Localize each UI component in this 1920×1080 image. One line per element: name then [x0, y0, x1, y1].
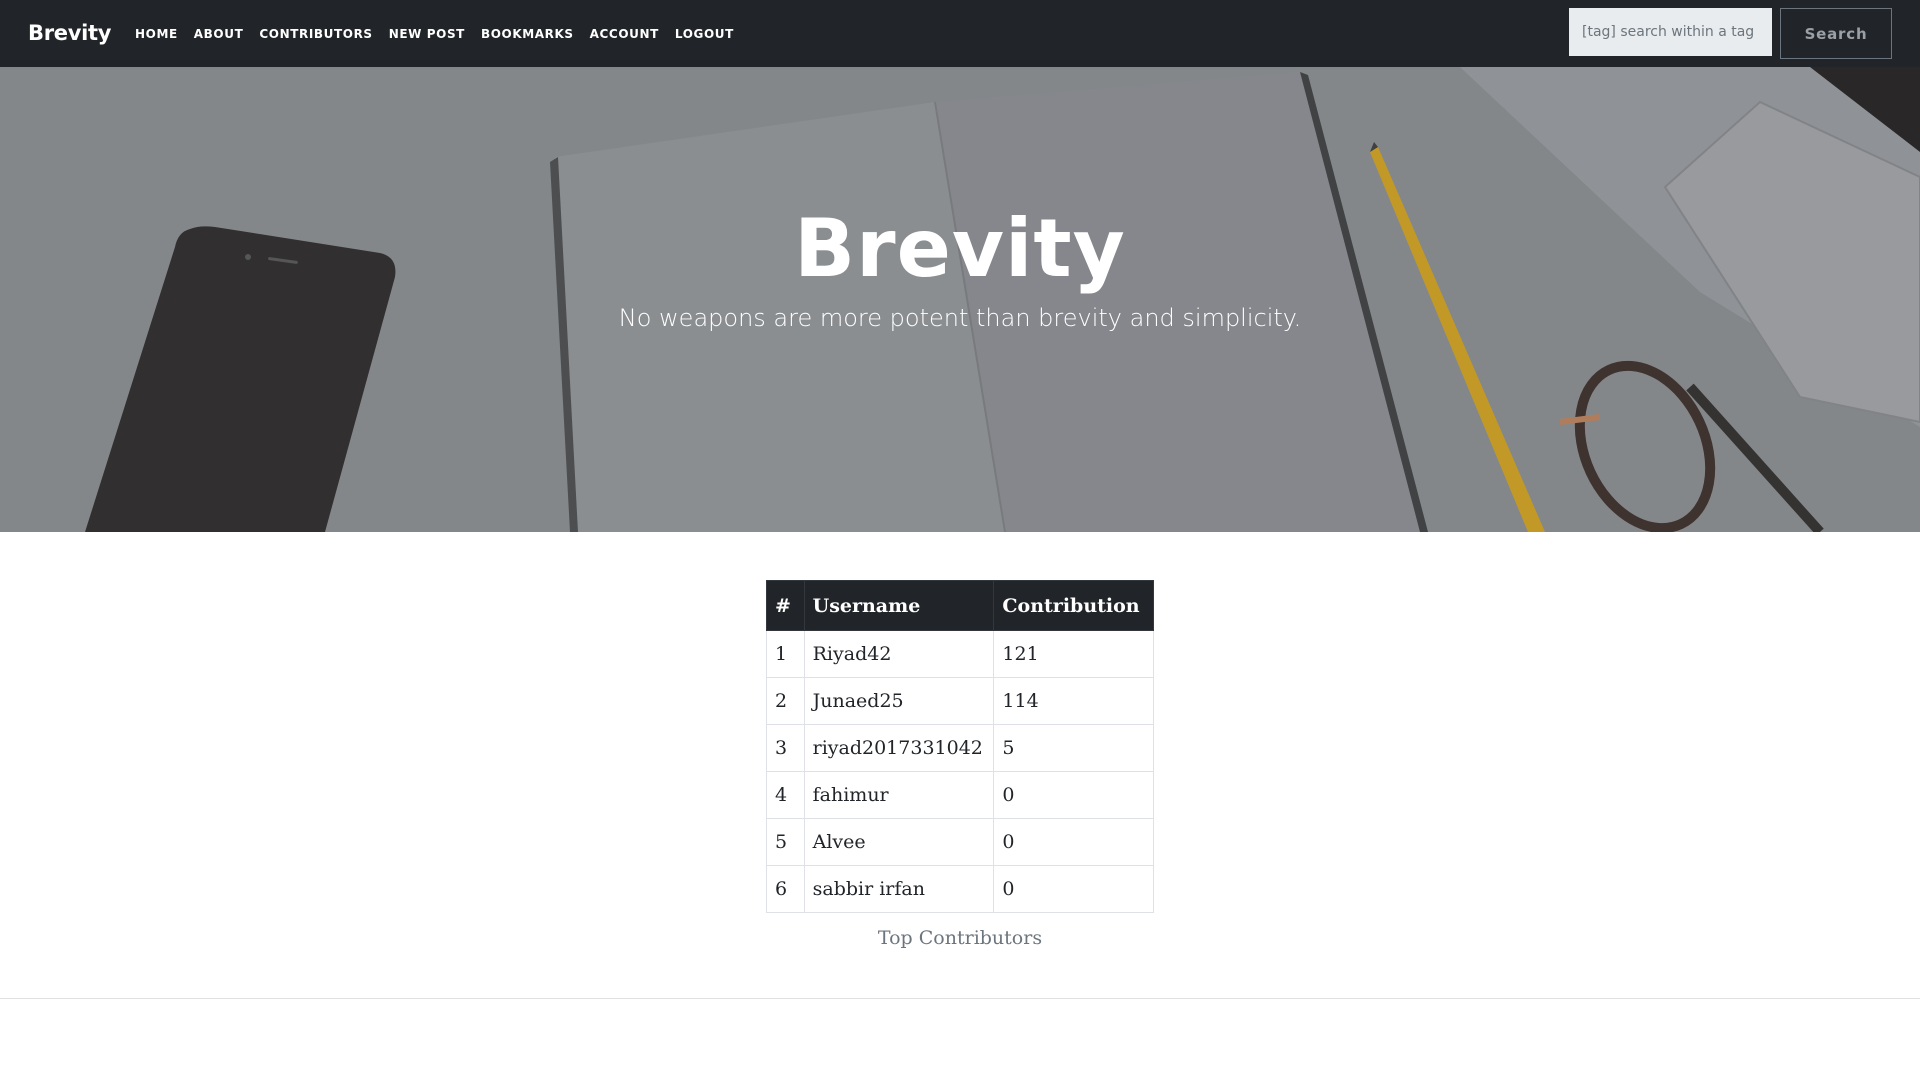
- nav-link-logout[interactable]: Logout: [675, 27, 734, 41]
- table-row: 2 Junaed25 114: [766, 677, 1154, 725]
- rank-cell: 6: [766, 865, 805, 913]
- contribution-cell: 5: [993, 724, 1154, 772]
- rank-cell: 1: [766, 630, 805, 678]
- footer-divider: [0, 998, 1920, 999]
- navbar: Brevity Home About Contributors New Post…: [0, 0, 1920, 67]
- username-cell: Junaed25: [803, 677, 995, 725]
- rank-cell: 3: [766, 724, 805, 772]
- nav-link-about[interactable]: About: [194, 27, 244, 41]
- contribution-cell: 121: [993, 630, 1154, 678]
- table-row: 4 fahimur 0: [766, 771, 1154, 819]
- username-cell: Riyad42: [803, 630, 995, 678]
- table-body: 1 Riyad42 121 2 Junaed25 114 3 riyad2017…: [766, 630, 1154, 913]
- table-row: 3 riyad2017331042 5: [766, 724, 1154, 772]
- hero-banner: Brevity No weapons are more potent than …: [0, 67, 1920, 532]
- hero-background-image: [0, 67, 1920, 532]
- contribution-cell: 114: [993, 677, 1154, 725]
- search-input[interactable]: [1569, 8, 1772, 56]
- table-caption: Top Contributors: [877, 927, 1043, 949]
- hero-title: Brevity: [794, 202, 1126, 295]
- contribution-cell: 0: [993, 865, 1154, 913]
- table-row: 6 sabbir irfan 0: [766, 865, 1154, 913]
- nav-link-account[interactable]: Account: [590, 27, 659, 41]
- username-cell: fahimur: [803, 771, 995, 819]
- rank-cell: 2: [766, 677, 805, 725]
- search-button[interactable]: Search: [1780, 8, 1892, 59]
- contributors-table: # Username Contribution 1 Riyad42 121 2 …: [766, 580, 1154, 913]
- rank-cell: 4: [766, 771, 805, 819]
- nav-link-new-post[interactable]: New Post: [389, 27, 465, 41]
- column-header-rank: #: [766, 580, 805, 631]
- nav-link-home[interactable]: Home: [135, 27, 178, 41]
- nav-link-bookmarks[interactable]: Bookmarks: [481, 27, 574, 41]
- hero-subtitle: No weapons are more potent than brevity …: [618, 304, 1302, 332]
- nav-link-contributors[interactable]: Contributors: [259, 27, 372, 41]
- column-header-username: Username: [803, 580, 995, 631]
- brand-link[interactable]: Brevity: [28, 0, 111, 67]
- table-row: 1 Riyad42 121: [766, 630, 1154, 678]
- contributors-section: # Username Contribution 1 Riyad42 121 2 …: [766, 580, 1154, 949]
- column-header-contribution: Contribution: [993, 580, 1154, 631]
- username-cell: sabbir irfan: [803, 865, 995, 913]
- table-row: 5 Alvee 0: [766, 818, 1154, 866]
- username-cell: Alvee: [803, 818, 995, 866]
- nav-links: Home About Contributors New Post Bookmar…: [135, 0, 750, 67]
- username-cell: riyad2017331042: [803, 724, 995, 772]
- table-header: # Username Contribution: [766, 580, 1154, 631]
- contribution-cell: 0: [993, 771, 1154, 819]
- rank-cell: 5: [766, 818, 805, 866]
- contribution-cell: 0: [993, 818, 1154, 866]
